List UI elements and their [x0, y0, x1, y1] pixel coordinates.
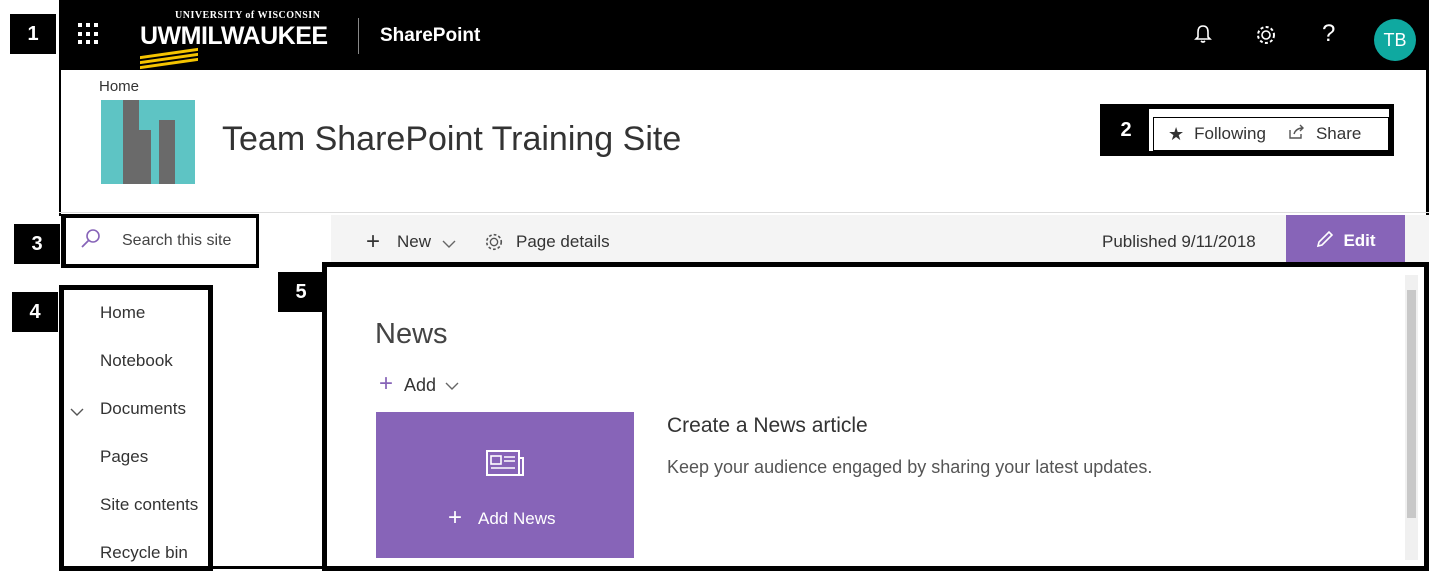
- edit-label: Edit: [1343, 231, 1376, 250]
- callout-1: 1: [10, 14, 56, 54]
- pencil-icon: [1315, 229, 1335, 254]
- callout-4: 4: [12, 292, 58, 332]
- header-divider: [59, 212, 1429, 213]
- breadcrumb[interactable]: Home: [99, 78, 139, 95]
- logo-stripes: [140, 47, 198, 70]
- nav-item-documents[interactable]: Documents: [100, 399, 186, 419]
- add-news-label: Add News: [478, 509, 556, 528]
- search-input[interactable]: Search this site: [122, 232, 231, 250]
- callout-2: 2: [1103, 107, 1149, 153]
- plus-icon: +: [366, 228, 381, 255]
- nav-item-home[interactable]: Home: [100, 303, 145, 323]
- star-icon: ★: [1168, 123, 1185, 144]
- share-button[interactable]: Share: [1316, 124, 1361, 144]
- new-button[interactable]: New: [397, 232, 431, 252]
- add-label: Add: [404, 375, 437, 395]
- chevron-down-icon[interactable]: [442, 234, 456, 254]
- nav-item-pages[interactable]: Pages: [100, 447, 148, 467]
- page-details-button[interactable]: Page details: [516, 232, 610, 252]
- following-button[interactable]: Following: [1194, 124, 1266, 144]
- chevron-down-icon: [445, 375, 459, 395]
- site-logo[interactable]: [101, 100, 195, 184]
- nav-item-notebook[interactable]: Notebook: [100, 351, 173, 371]
- plus-icon: +: [379, 370, 394, 397]
- page-title[interactable]: Team SharePoint Training Site: [222, 120, 681, 159]
- plus-icon: +: [448, 504, 463, 531]
- news-icon: [486, 450, 524, 481]
- scrollbar-thumb[interactable]: [1407, 290, 1416, 518]
- share-icon: [1288, 124, 1306, 145]
- logo-university-text: UNIVERSITY of WISCONSIN: [175, 10, 321, 21]
- published-status: Published 9/11/2018: [1102, 232, 1256, 251]
- avatar[interactable]: TB: [1374, 19, 1416, 61]
- add-menu[interactable]: + Add: [379, 370, 459, 398]
- waffle-icon[interactable]: [78, 23, 100, 45]
- follow-share-group: ★ Following Share: [1153, 117, 1389, 151]
- chevron-down-icon[interactable]: [70, 402, 84, 422]
- add-news-card[interactable]: + Add News: [376, 412, 634, 558]
- create-news-description: Keep your audience engaged by sharing yo…: [667, 457, 1153, 477]
- nav-item-site-contents[interactable]: Site contents: [100, 495, 198, 515]
- callout-3: 3: [14, 224, 60, 264]
- bell-icon[interactable]: [1194, 24, 1212, 50]
- create-news-title: Create a News article: [667, 414, 868, 437]
- app-title[interactable]: SharePoint: [380, 25, 480, 47]
- scrollbar[interactable]: [1405, 275, 1418, 560]
- gear-icon[interactable]: [1255, 24, 1277, 52]
- search-icon: [80, 228, 102, 255]
- callout-4-frame: [59, 285, 213, 571]
- news-heading: News: [375, 318, 448, 350]
- nav-item-recycle-bin[interactable]: Recycle bin: [100, 543, 188, 563]
- callout-5: 5: [278, 272, 324, 312]
- logo-uwm-text[interactable]: UWMILWAUKEE: [140, 22, 328, 51]
- edit-button[interactable]: Edit: [1286, 215, 1405, 267]
- suite-bar-divider: [358, 18, 359, 54]
- gear-icon: [484, 232, 504, 257]
- search-box[interactable]: Search this site: [66, 218, 256, 264]
- help-icon[interactable]: ?: [1322, 20, 1335, 48]
